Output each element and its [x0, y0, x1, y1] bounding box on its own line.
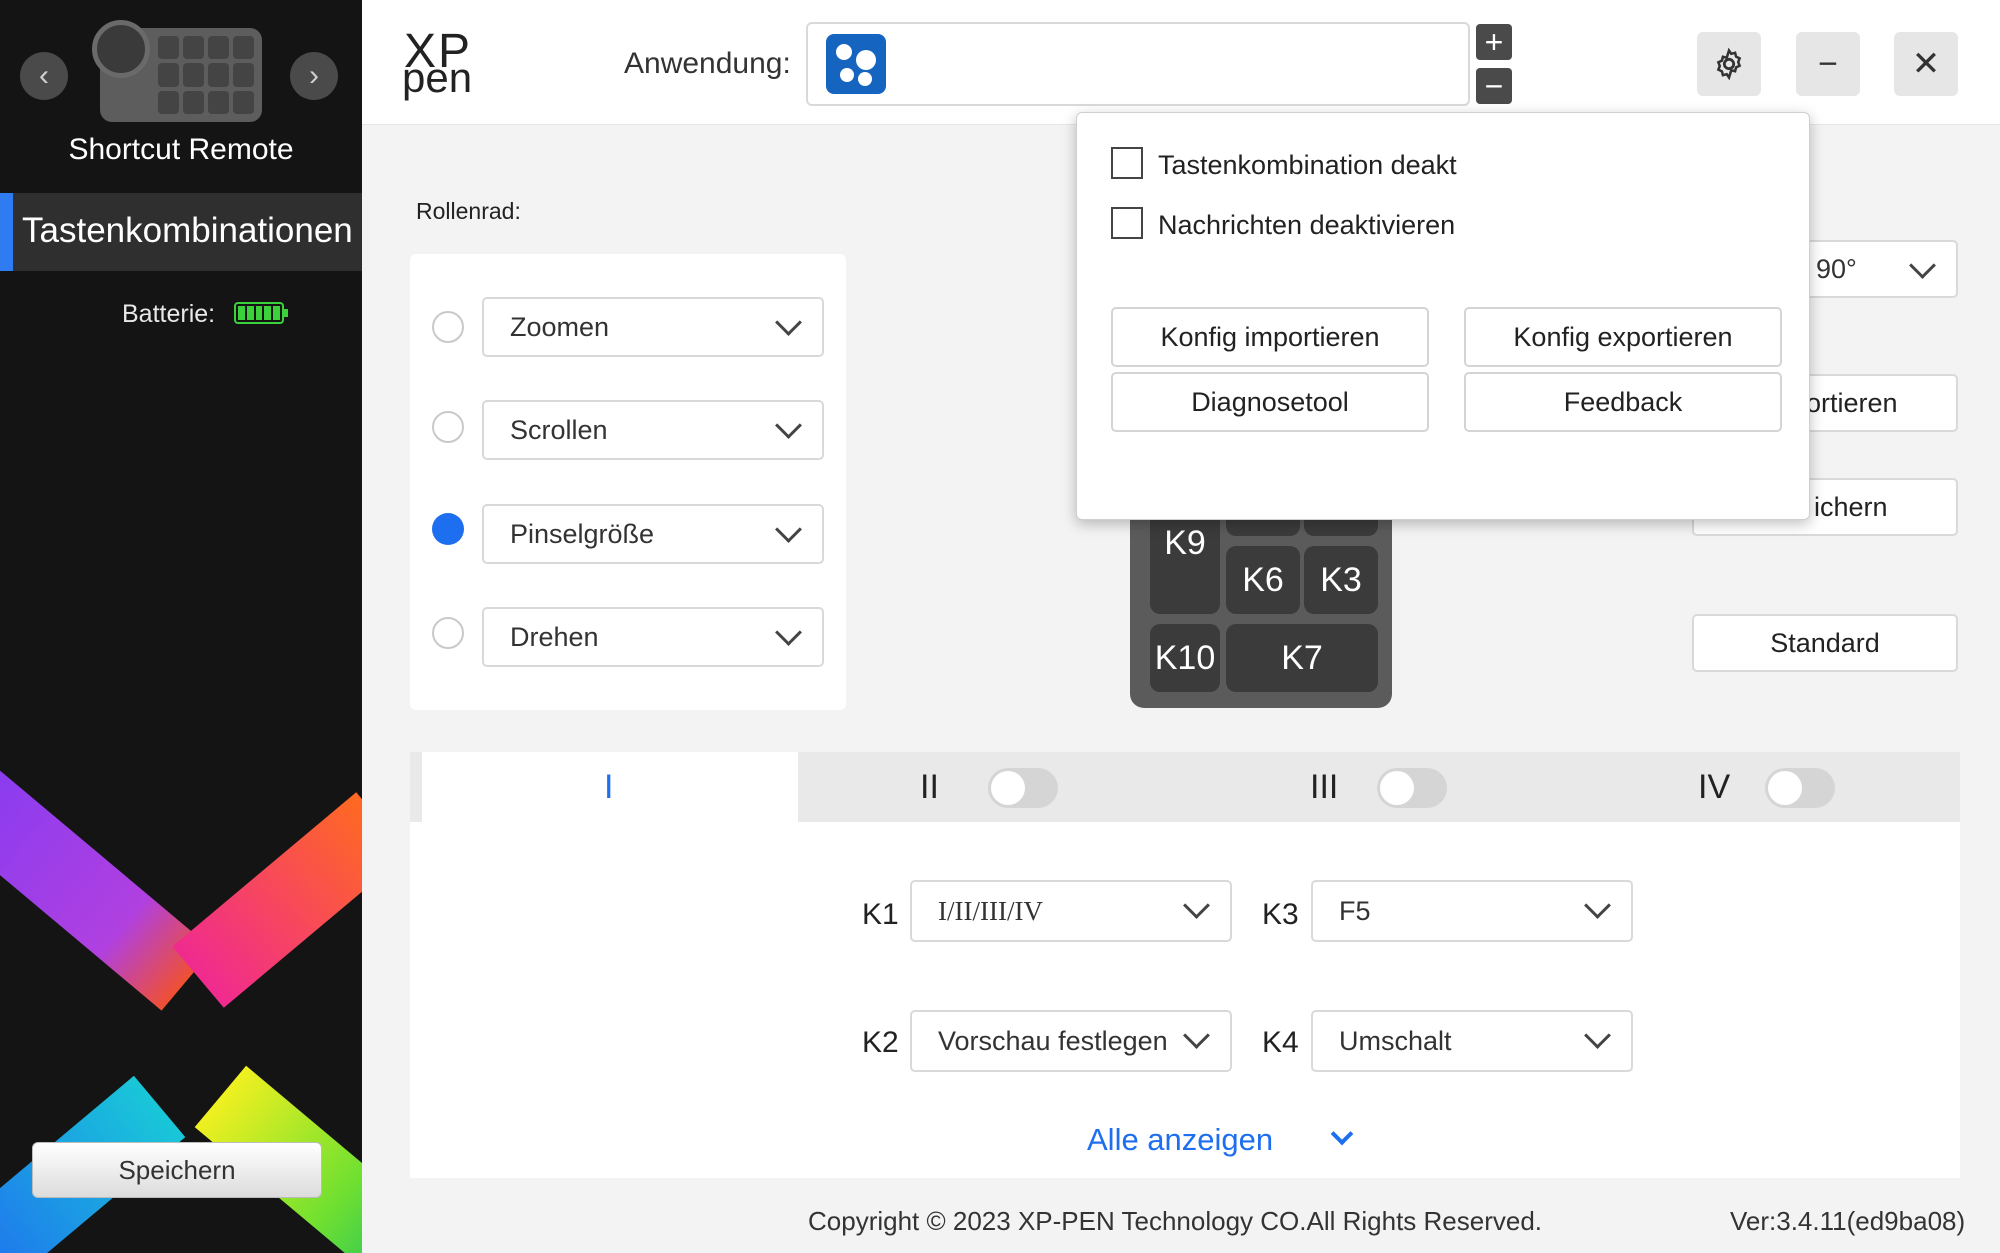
select-value: Pinselgröße [510, 518, 655, 549]
chevron-down-icon [1183, 892, 1210, 919]
plus-icon: + [1484, 24, 1504, 60]
chevron-right-icon: › [309, 59, 319, 92]
checkbox-label: Tastenkombination deakt [1158, 150, 1457, 180]
diagnostic-tool-button[interactable]: Diagnosetool [1111, 372, 1429, 432]
select-value: Scrollen [510, 414, 608, 445]
select-value: F5 [1339, 895, 1371, 926]
nav-item-label: Tastenkombinationen [22, 211, 353, 250]
roller-select-zoom[interactable]: Zoomen [482, 297, 824, 357]
tab-3-toggle[interactable] [1377, 768, 1447, 808]
thumbnail-keys [158, 36, 254, 114]
radio-scroll[interactable] [432, 411, 464, 443]
radio-brush-size[interactable] [432, 513, 464, 545]
tab-mode-4[interactable]: IV [1698, 768, 1730, 807]
roller-knob-icon [92, 20, 150, 78]
k2-select[interactable]: Vorschau festlegen [910, 1010, 1232, 1072]
close-icon: ✕ [1911, 45, 1941, 83]
battery-icon [234, 302, 288, 324]
application-label: Anwendung: [624, 47, 791, 80]
roller-select-scroll[interactable]: Scrollen [482, 400, 824, 460]
key-k6[interactable]: K6 [1226, 546, 1300, 614]
k4-select[interactable]: Umschalt [1311, 1010, 1633, 1072]
tab-label: I [604, 768, 614, 806]
remove-application-button[interactable]: − [1476, 68, 1512, 104]
chevron-down-icon [1584, 892, 1611, 919]
chevron-down-icon [775, 309, 802, 336]
k3-label: K3 [1262, 898, 1299, 931]
next-device-button[interactable]: › [290, 52, 338, 100]
chevron-down-icon [1909, 252, 1936, 279]
gear-icon [1716, 47, 1742, 81]
add-application-button[interactable]: + [1476, 24, 1512, 60]
k3-select[interactable]: F5 [1311, 880, 1633, 942]
logo-stripe-pink [172, 792, 362, 1008]
show-all-link[interactable]: Alle anzeigen [1087, 1122, 1273, 1158]
radio-rotate[interactable] [432, 617, 464, 649]
logo-stripe-purple [0, 769, 213, 1011]
checkbox-label: Nachrichten deaktivieren [1158, 210, 1456, 240]
k4-label: K4 [1262, 1026, 1299, 1059]
select-value: Drehen [510, 621, 599, 652]
chevron-down-icon [1584, 1022, 1611, 1049]
settings-button[interactable] [1697, 32, 1761, 96]
device-name: Shortcut Remote [68, 133, 294, 166]
key-k10[interactable]: K10 [1150, 624, 1220, 692]
k2-label: K2 [862, 1026, 899, 1059]
k1-label: K1 [862, 898, 899, 931]
button-label: Standard [1770, 627, 1880, 658]
close-button[interactable]: ✕ [1894, 32, 1958, 96]
key-k9[interactable]: K9 [1150, 512, 1220, 614]
chevron-down-icon [1183, 1022, 1210, 1049]
feedback-button[interactable]: Feedback [1464, 372, 1782, 432]
key-k3[interactable]: K3 [1304, 546, 1378, 614]
key-label: K10 [1154, 638, 1216, 677]
key-label: K9 [1164, 524, 1206, 562]
tab-4-toggle[interactable] [1765, 768, 1835, 808]
nav-item-shortcuts[interactable]: Tastenkombinationen [0, 193, 362, 271]
chevron-down-icon [775, 619, 802, 646]
import-config-button[interactable]: Konfig importieren [1111, 307, 1429, 367]
default-button[interactable]: Standard [1692, 614, 1958, 672]
roller-label: Rollenrad: [416, 198, 521, 224]
battery-label: Batterie: [122, 300, 216, 328]
key-label: K7 [1281, 638, 1323, 677]
select-value: Zoomen [510, 311, 610, 342]
chevron-down-icon [775, 516, 802, 543]
roller-select-rotate[interactable]: Drehen [482, 607, 824, 667]
chevron-left-icon: ‹ [39, 59, 49, 92]
key-label: K3 [1320, 560, 1362, 599]
all-apps-icon[interactable] [826, 34, 886, 94]
select-value: I/II/III/IV [938, 895, 1043, 926]
prev-device-button[interactable]: ‹ [20, 52, 68, 100]
key-label: K6 [1242, 560, 1284, 599]
k1-select[interactable]: I/II/III/IV [910, 880, 1232, 942]
export-config-button[interactable]: Konfig exportieren [1464, 307, 1782, 367]
select-value: 90° [1816, 253, 1857, 284]
chevron-down-icon [775, 412, 802, 439]
application-selector[interactable] [806, 22, 1470, 106]
tab-mode-3[interactable]: III [1310, 768, 1338, 807]
disable-shortcuts-checkbox[interactable] [1111, 147, 1143, 179]
minimize-icon: − [1818, 44, 1838, 83]
version-text: Ver:3.4.11(ed9ba08) [1730, 1206, 1966, 1236]
sidebar: ‹ › Shortcut Remote Tastenkombinationen … [0, 0, 362, 1253]
roller-select-brush-size[interactable]: Pinselgröße [482, 504, 824, 564]
select-value: Umschalt [1339, 1025, 1452, 1056]
button-label: ichern [1814, 491, 1888, 522]
key-k7[interactable]: K7 [1226, 624, 1378, 692]
select-value: Vorschau festlegen [938, 1025, 1168, 1056]
minimize-button[interactable]: − [1796, 32, 1860, 96]
copyright-text: Copyright © 2023 XP-PEN Technology CO.Al… [808, 1206, 1543, 1236]
radio-zoom[interactable] [432, 311, 464, 343]
button-label: ortieren [1806, 387, 1898, 418]
save-button[interactable]: Speichern [32, 1142, 322, 1198]
tab-mode-2[interactable]: II [920, 768, 939, 807]
tab-2-toggle[interactable] [988, 768, 1058, 808]
xppen-logo-text: pen [402, 54, 473, 101]
minus-icon: − [1484, 68, 1504, 104]
disable-messages-checkbox[interactable] [1111, 207, 1143, 239]
active-indicator [0, 193, 13, 271]
